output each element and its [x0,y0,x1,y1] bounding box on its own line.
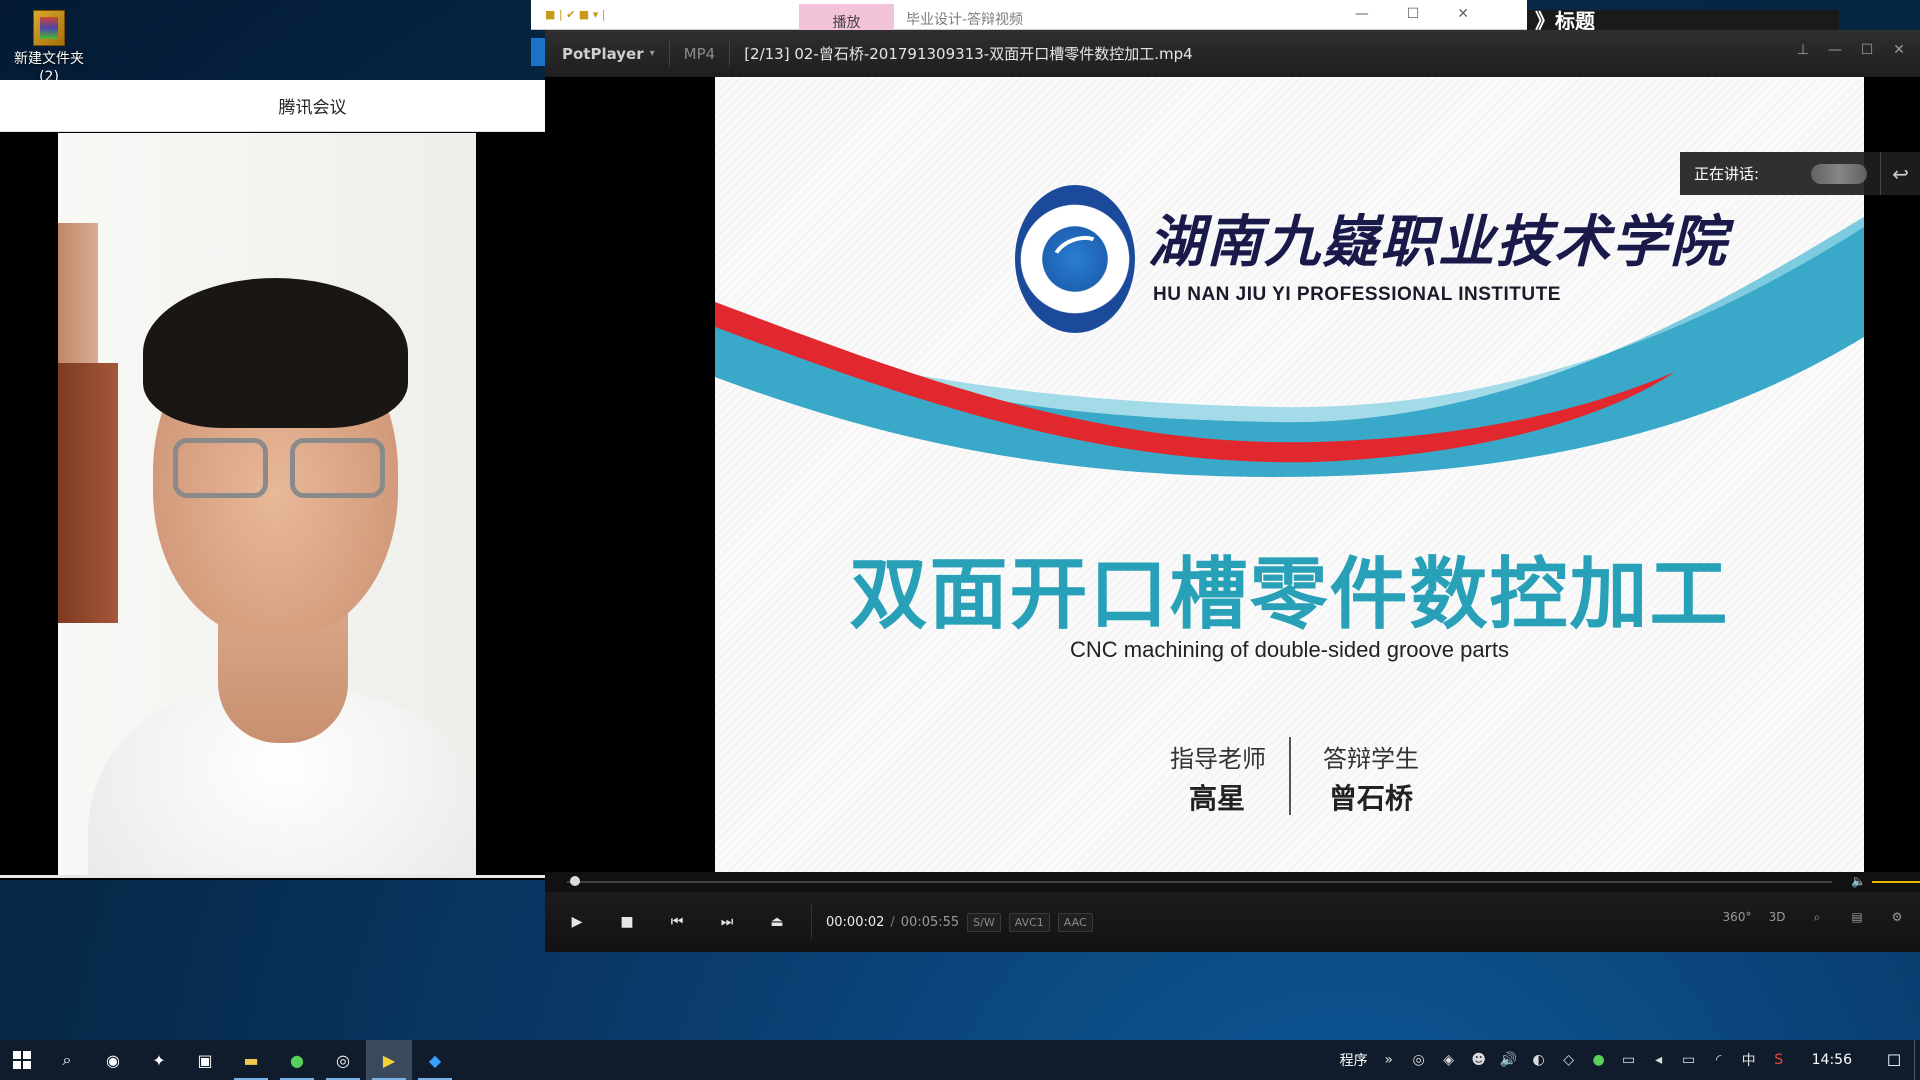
player-control-bar: ▶ ■ ⏮ ⏭ ⏏ 00:00:02 / 00:05:55 S/W AVC1 A… [545,892,1920,952]
speaker-avatars [1811,163,1868,184]
player-title-bar[interactable]: PotPlayer ▾ MP4 [2/13] 02-曾石桥-2017913093… [545,30,1920,77]
search-icon[interactable]: ⌕ [44,1040,90,1080]
desktop-folder-label: 新建文件夹 [14,51,84,67]
explorer-sidebar-sliver [531,38,545,66]
tag-sw[interactable]: S/W [967,912,1001,932]
wechat-tray-icon[interactable]: ● [1584,1052,1614,1068]
windows-logo-icon [13,1051,31,1069]
tag-audio-codec[interactable]: AAC [1057,912,1093,932]
quick-access-toolbar-icon[interactable]: ■ | ✔ ■ ▾ | [545,8,605,21]
speaking-label: 正在讲话: [1694,165,1760,183]
participant-video[interactable] [58,133,476,875]
collapse-arrow-icon[interactable]: ↩ [1880,152,1920,195]
cube-icon[interactable]: ◈ [1434,1052,1464,1068]
start-button[interactable] [0,1040,44,1080]
next-button[interactable]: ⏭ [707,902,747,942]
speaking-indicator[interactable]: 正在讲话: ↩ [1680,152,1920,195]
chevron-icon[interactable]: » [1374,1052,1404,1068]
potplayer-taskbar-icon[interactable]: ▶ [366,1040,412,1080]
minimize-icon[interactable]: — [1826,42,1844,58]
eject-button[interactable]: ⏏ [757,902,797,942]
system-tray: 程序 » ◎ ◈ ☻ 🔊 ◐ ◇ ● ▭ ◂ ▭ ◜ 中 S 14:56 ☐ [1340,1040,1920,1080]
clock[interactable]: 14:56 [1812,1052,1852,1068]
slide-title-cn: 双面开口槽零件数控加工 [849,550,1730,640]
player-right-controls: 360° 3D ⌕ ▤ ⚙ [1723,904,1910,930]
time-total: 00:05:55 [900,914,960,930]
player-window-controls[interactable]: ⊥ — ☐ ✕ [1794,42,1908,58]
search-icon[interactable]: ⌕ [1804,904,1830,930]
user-tray-icon[interactable]: ☻ [1464,1052,1494,1068]
time-current[interactable]: 00:00:02 [826,915,884,930]
slide-title-en: CNC machining of double-sided groove par… [1069,637,1509,662]
school-name-cn: 湖南九嶷职业技术学院 [1148,209,1728,275]
desktop-folder-icon[interactable]: 新建文件夹 (2) [4,6,94,86]
seek-handle[interactable] [569,876,580,886]
advisor-name: 高星 [1189,782,1246,815]
explorer-window-title: 毕业设计-答辩视频 [906,12,1024,28]
sogou-icon[interactable]: S [1764,1052,1794,1068]
camera-tray-icon[interactable]: ◐ [1524,1052,1554,1068]
speaker-tray-icon[interactable]: 🔊 [1494,1052,1524,1068]
advisor-label: 指导老师 [1170,745,1266,773]
3d-icon[interactable]: 3D [1764,904,1790,930]
maximize-icon[interactable]: ☐ [1858,42,1876,58]
volume-slider[interactable] [1872,881,1920,883]
wifi-icon[interactable]: ◜ [1704,1052,1734,1068]
seek-track[interactable] [567,881,1832,883]
wechat-icon[interactable]: ● [274,1040,320,1080]
notification-icon[interactable]: ☐ [1874,1051,1914,1070]
meeting-title-bar[interactable]: 腾讯会议 [0,80,545,132]
ime-indicator[interactable]: 中 [1734,1050,1764,1070]
potplayer-window[interactable]: PotPlayer ▾ MP4 [2/13] 02-曾石桥-2017913093… [545,30,1920,952]
player-format: MP4 [683,44,716,63]
ribbon-tab-play[interactable]: 播放 [799,4,894,31]
school-seal-logo: 1980 [1015,185,1135,333]
tray-text[interactable]: 程序 [1340,1050,1368,1070]
shield-icon[interactable]: ◇ [1554,1052,1584,1068]
background-window-title: 》标题 [1527,10,1839,32]
seal-year: 1980 [1061,293,1089,304]
school-name-en: HU NAN JIU YI PROFESSIONAL INSTITUTE [1153,284,1561,305]
battery-icon[interactable]: ▭ [1674,1052,1704,1068]
obs-tray-icon[interactable]: ◎ [1404,1052,1434,1068]
player-brand: PotPlayer [562,44,644,63]
image-viewer-icon[interactable]: ▣ [182,1040,228,1080]
playlist-icon[interactable]: ▤ [1844,904,1870,930]
explorer-window[interactable]: ■ | ✔ ■ ▾ | 播放 毕业设计-答辩视频 —☐✕ [531,0,1527,31]
meeting-title: 腾讯会议 [278,98,347,118]
student-label: 答辩学生 [1323,745,1419,773]
tencent-meeting-window[interactable]: 腾讯会议 [0,80,545,880]
file-explorer-icon[interactable]: ▬ [228,1040,274,1080]
play-button[interactable]: ▶ [557,902,597,942]
monitor-icon[interactable]: ▭ [1614,1052,1644,1068]
slide-divider [1289,737,1291,815]
potplayer-menu-button[interactable]: PotPlayer ▾ [545,45,669,63]
volume-icon[interactable]: 🔈 [1851,874,1866,888]
vr-360-icon[interactable]: 360° [1723,904,1752,930]
tencent-meeting-icon[interactable]: ◆ [412,1040,458,1080]
browser-icon[interactable]: ◉ [90,1040,136,1080]
explorer-window-controls[interactable]: —☐✕ [1355,6,1507,22]
app-icon[interactable]: ✦ [136,1040,182,1080]
winrar-folder-icon [33,10,65,46]
gear-icon[interactable]: ⚙ [1884,904,1910,930]
obs-icon[interactable]: ◎ [320,1040,366,1080]
show-desktop-button[interactable] [1914,1040,1920,1080]
presentation-slide: 1980 湖南九嶷职业技术学院 HU NAN JIU YI PROFESSION… [715,77,1864,872]
volume-icon[interactable]: ◂ [1644,1052,1674,1068]
seek-bar[interactable]: 🔈 [545,872,1920,892]
close-icon[interactable]: ✕ [1890,42,1908,58]
student-name: 曾石桥 [1329,782,1414,815]
pin-icon[interactable]: ⊥ [1794,42,1812,58]
stop-button[interactable]: ■ [607,902,647,942]
player-file-title: [2/13] 02-曾石桥-201791309313-双面开口槽零件数控加工.m… [744,45,1193,63]
tag-video-codec[interactable]: AVC1 [1008,912,1050,932]
chevron-down-icon: ▾ [649,48,655,59]
taskbar: ⌕ ◉ ✦ ▣ ▬ ● ◎ ▶ ◆ 程序 » ◎ ◈ ☻ 🔊 ◐ ◇ ● ▭ ◂… [0,1040,1920,1080]
video-area[interactable]: 1980 湖南九嶷职业技术学院 HU NAN JIU YI PROFESSION… [545,77,1920,872]
previous-button[interactable]: ⏮ [657,902,697,942]
